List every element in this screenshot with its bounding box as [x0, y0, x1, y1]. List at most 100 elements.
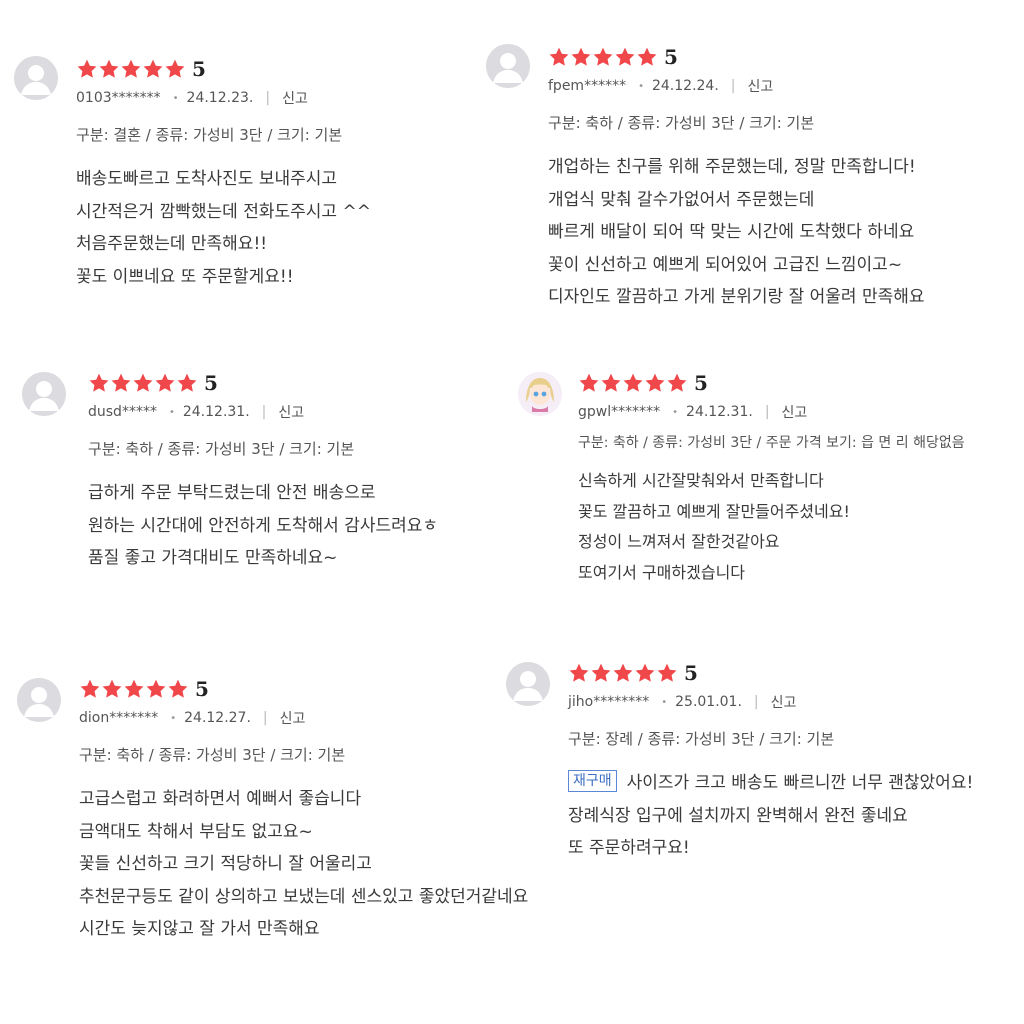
separator-dot: • [168, 406, 175, 418]
review-text: 배송도빠르고 도착사진도 보내주시고 시간적은거 깜빡했는데 전화도주시고 ^^… [76, 163, 371, 293]
star-icon [614, 46, 636, 68]
review-card: 5 dusd***** • 24.12.31. | 신고 구분: 축하 / 종류… [0, 360, 496, 620]
separator-bar: | [265, 90, 271, 106]
person-icon [22, 372, 66, 416]
review-line: 개업하는 친구를 위해 주문했는데, 정말 만족합니다! [548, 157, 916, 177]
review-line: 원하는 시간대에 안전하게 도착해서 감사드려요ㅎ [88, 515, 439, 536]
rating-score: 5 [684, 661, 698, 685]
separator-bar: | [262, 710, 268, 726]
rating-score: 5 [195, 677, 209, 701]
review-body: 5 dion******* • 24.12.27. | 신고 구분: 축하 / … [79, 676, 528, 946]
star-icon [622, 372, 644, 394]
person-icon [17, 678, 61, 722]
purchase-option: 구분: 축하 / 종류: 가성비 3단 / 크기: 기본 [79, 746, 346, 764]
user-avatar [14, 56, 58, 100]
username: gpwl******* [578, 404, 661, 420]
separator-dot: • [170, 712, 177, 724]
star-icon [590, 662, 612, 684]
review-line: 정성이 느껴져서 잘한것같아요 [578, 532, 780, 551]
review-line: 추천문구등도 같이 상의하고 보냈는데 센스있고 좋았던거같네요 [79, 886, 529, 907]
username: jiho******** [568, 694, 650, 710]
user-avatar [17, 678, 61, 722]
username: dusd***** [88, 404, 157, 420]
review-line: 품질 좋고 가격대비도 만족하네요~ [88, 548, 338, 568]
separator-bar: | [753, 694, 759, 710]
review-text: 개업하는 친구를 위해 주문했는데, 정말 만족합니다! 개업식 맞춰 갈수가없… [548, 151, 925, 314]
review-meta: fpem****** • 24.12.24. | 신고 [548, 76, 925, 96]
user-avatar [518, 372, 562, 416]
review-body: 5 0103******* • 24.12.23. | 신고 구분: 결혼 / … [76, 56, 371, 293]
star-icon [167, 678, 189, 700]
star-icon [110, 372, 132, 394]
review-text: 재구매 사이즈가 크고 배송도 빠르니깐 너무 괜찮았어요! 장례식장 입구에 설… [568, 767, 973, 865]
review-line: 처음주문했는데 만족해요!! [76, 234, 268, 254]
report-link[interactable]: 신고 [280, 708, 306, 728]
star-icon [666, 372, 688, 394]
review-date: 25.01.01. [675, 694, 742, 710]
star-icon [612, 662, 634, 684]
star-icon [142, 58, 164, 80]
report-link[interactable]: 신고 [282, 88, 308, 108]
review-line: 신속하게 시간잘맞춰와서 만족합니다 [578, 471, 824, 490]
star-icon [548, 46, 570, 68]
report-link[interactable]: 신고 [748, 76, 774, 96]
review-line: 재구매 사이즈가 크고 배송도 빠르니깐 너무 괜찮았어요! [568, 767, 973, 800]
review-date: 24.12.31. [182, 404, 250, 420]
person-icon [506, 662, 550, 706]
star-icon [636, 46, 658, 68]
review-card: 5 gpwl******* • 24.12.31. | 신고 구분: 축하 / … [500, 360, 1024, 620]
purchase-option: 구분: 축하 / 종류: 가성비 3단 / 주문 가격 보기: 읍 면 리 해당… [578, 435, 965, 451]
separator-bar: | [764, 404, 770, 420]
user-avatar [486, 44, 530, 88]
star-icon [132, 372, 154, 394]
review-line: 고급스럽고 화려하면서 예뻐서 좋습니다 [79, 789, 362, 809]
review-line: 또여기서 구매하겠습니다 [578, 562, 746, 582]
star-rating [578, 372, 688, 394]
star-icon [592, 46, 614, 68]
separator-bar: | [261, 404, 267, 420]
review-body: 5 dusd***** • 24.12.31. | 신고 구분: 축하 / 종류… [88, 370, 438, 575]
star-icon [656, 662, 678, 684]
star-icon [98, 58, 120, 80]
review-date: 24.12.27. [184, 710, 251, 726]
star-icon [76, 58, 98, 80]
separator-dot: • [172, 92, 179, 104]
star-icon [568, 662, 590, 684]
review-line: 꽃이 신선하고 예쁘게 되어있어 고급진 느낌이고~ [548, 254, 903, 275]
review-meta: 0103******* • 24.12.23. | 신고 [76, 88, 371, 108]
star-rating [88, 372, 198, 394]
separator-bar: | [730, 78, 736, 94]
report-link[interactable]: 신고 [278, 402, 304, 422]
review-line: 빠르게 배달이 되어 딱 맞는 시간에 도착했다 하네요 [548, 222, 915, 242]
review-body: 5 jiho******** • 25.01.01. | 신고 구분: 장례 /… [568, 660, 973, 865]
review-body: 5 gpwl******* • 24.12.31. | 신고 구분: 축하 / … [578, 370, 965, 588]
username: fpem****** [548, 78, 627, 94]
rating: 5 [548, 44, 925, 70]
review-meta: gpwl******* • 24.12.31. | 신고 [578, 402, 965, 422]
review-meta: dion******* • 24.12.27. | 신고 [79, 708, 528, 728]
review-date: 24.12.23. [186, 90, 254, 106]
character-icon [518, 372, 562, 416]
report-link[interactable]: 신고 [782, 402, 808, 422]
star-rating [76, 58, 186, 80]
rating-score: 5 [192, 57, 206, 81]
star-icon [578, 372, 600, 394]
person-icon [14, 56, 58, 100]
rebuy-badge: 재구매 [568, 770, 617, 792]
star-rating [568, 662, 678, 684]
review-text: 신속하게 시간잘맞춰와서 만족합니다 꽃도 깔끔하고 예쁘게 잘만들어주셨네요!… [578, 466, 965, 588]
review-line: 또 주문하려구요! [568, 838, 690, 858]
rating: 5 [568, 660, 973, 686]
rating: 5 [88, 370, 438, 396]
report-link[interactable]: 신고 [771, 692, 797, 712]
user-avatar [506, 662, 550, 706]
star-rating [79, 678, 189, 700]
review-meta: jiho******** • 25.01.01. | 신고 [568, 692, 973, 712]
star-icon [145, 678, 167, 700]
review-body: 5 fpem****** • 24.12.24. | 신고 구분: 축하 / 종… [548, 44, 925, 314]
review-line: 개업식 맞춰 갈수가없어서 주문했는데 [548, 189, 815, 210]
star-icon [123, 678, 145, 700]
star-icon [120, 58, 142, 80]
purchase-option: 구분: 축하 / 종류: 가성비 3단 / 크기: 기본 [88, 440, 355, 458]
purchase-option: 구분: 결혼 / 종류: 가성비 3단 / 크기: 기본 [76, 126, 343, 144]
